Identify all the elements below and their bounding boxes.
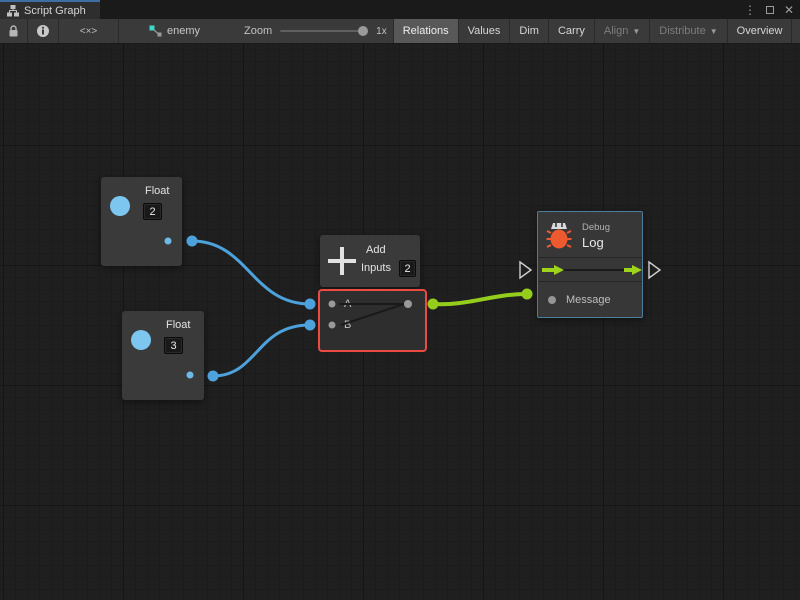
- close-icon[interactable]: ✕: [784, 4, 794, 16]
- flow-in-arrow-icon: [542, 265, 564, 275]
- code-icon: <×>: [80, 26, 98, 37]
- tab-bar: Script Graph ⋮ ✕: [0, 0, 800, 19]
- button-label: Overview: [737, 25, 783, 37]
- zoom-control: Zoom 1x: [238, 19, 393, 43]
- port-label-a: A: [344, 298, 351, 310]
- button-label: Align: [604, 25, 628, 37]
- blue-wire-endpoints: [187, 236, 316, 382]
- wire-float1-to-add-a[interactable]: [192, 241, 310, 304]
- maximize-icon[interactable]: [766, 6, 774, 14]
- graph-breadcrumb[interactable]: enemy: [139, 19, 210, 43]
- float-type-icon: [131, 330, 151, 350]
- toolbar-button-values[interactable]: Values: [458, 19, 510, 43]
- node-title: Log: [582, 235, 604, 250]
- button-label: Carry: [558, 25, 585, 37]
- button-label: Distribute: [659, 25, 705, 37]
- debug-flow-out-port: [649, 262, 660, 278]
- tab-title: Script Graph: [24, 5, 86, 17]
- flow-arrows: [538, 258, 642, 282]
- float-type-icon: [110, 196, 130, 216]
- debug-flow-in-port: [520, 262, 531, 278]
- green-wire-endpoints: [428, 289, 533, 310]
- node-category: Debug: [582, 222, 610, 233]
- window-controls: ⋮ ✕: [744, 0, 794, 19]
- node-title: Float: [145, 185, 169, 197]
- flow-ports-row[interactable]: [538, 258, 642, 282]
- graph-name: enemy: [167, 25, 200, 37]
- port-row-b[interactable]: B: [320, 317, 351, 333]
- script-graph-icon: [7, 5, 19, 17]
- float-node-2[interactable]: Float 3: [122, 311, 204, 400]
- add-icon: [328, 247, 356, 275]
- flow-out-arrow-icon: [624, 265, 642, 275]
- lock-button[interactable]: [0, 19, 28, 43]
- zoom-slider[interactable]: [280, 19, 368, 44]
- chevron-down-icon: ▼: [710, 27, 718, 36]
- node-title: Add: [366, 244, 386, 256]
- inputs-count-field[interactable]: 2: [399, 260, 416, 277]
- toolbar-button-relations[interactable]: Relations: [393, 19, 458, 43]
- toolbar-button-dim[interactable]: Dim: [509, 19, 548, 43]
- zoom-slider-track[interactable]: [280, 30, 368, 32]
- button-label: Relations: [403, 25, 449, 37]
- port-row-a[interactable]: A: [320, 296, 351, 312]
- bug-icon: [546, 220, 572, 250]
- message-port-label: Message: [566, 294, 611, 306]
- info-button[interactable]: [28, 19, 59, 43]
- toolbar-button-fullscreen[interactable]: Full Screen: [791, 19, 800, 43]
- float-value-field[interactable]: 3: [164, 337, 183, 354]
- graph-canvas[interactable]: Float 2 Float 3 Add Inputs 2 A B: [0, 44, 800, 599]
- add-node-ports[interactable]: A B: [320, 291, 425, 350]
- chevron-down-icon: ▼: [632, 27, 640, 36]
- graph-asset-icon: [149, 25, 162, 37]
- zoom-slider-handle[interactable]: [358, 26, 368, 36]
- node-title: Float: [166, 319, 190, 331]
- unity-script-graph-window: Script Graph ⋮ ✕ <×>: [0, 0, 800, 600]
- toolbar-button-align[interactable]: Align ▼: [594, 19, 649, 43]
- wire-add-to-debug-message[interactable]: [433, 294, 527, 304]
- lock-icon: [8, 25, 19, 38]
- tab-script-graph[interactable]: Script Graph: [0, 0, 100, 19]
- info-icon: [36, 24, 50, 38]
- add-node[interactable]: Add Inputs 2: [320, 235, 420, 287]
- button-label: Dim: [519, 25, 539, 37]
- debug-log-node[interactable]: Debug Log Message: [537, 211, 643, 318]
- debug-node-header: Debug Log: [538, 212, 642, 258]
- code-view-button[interactable]: <×>: [59, 19, 119, 43]
- toolbar-button-overview[interactable]: Overview: [727, 19, 792, 43]
- zoom-label: Zoom: [244, 25, 272, 37]
- message-port-row[interactable]: Message: [538, 282, 642, 317]
- menu-icon[interactable]: ⋮: [744, 4, 756, 16]
- graph-toolbar: <×> enemy Zoom 1x Relations Values D: [0, 19, 800, 44]
- inputs-label: Inputs: [361, 262, 391, 274]
- port-label-b: B: [344, 319, 351, 331]
- wire-float2-to-add-b[interactable]: [213, 325, 310, 376]
- message-port[interactable]: [548, 296, 556, 304]
- zoom-level: 1x: [376, 26, 387, 37]
- toolbar-button-distribute[interactable]: Distribute ▼: [649, 19, 726, 43]
- float-node-1[interactable]: Float 2: [101, 177, 182, 266]
- toolbar-button-carry[interactable]: Carry: [548, 19, 594, 43]
- float-value-field[interactable]: 2: [143, 203, 162, 220]
- button-label: Values: [468, 25, 501, 37]
